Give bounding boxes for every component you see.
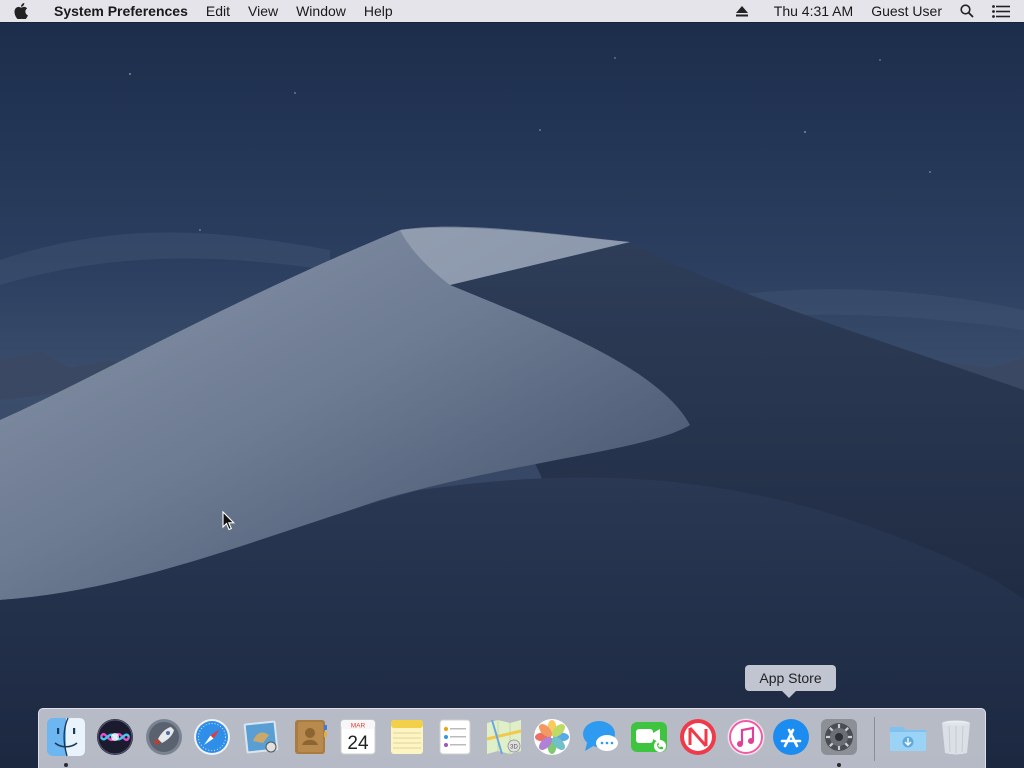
downloads-folder-icon[interactable]: [888, 717, 928, 757]
notes-icon[interactable]: [387, 717, 427, 757]
menu-view[interactable]: View: [239, 0, 287, 22]
mail-icon[interactable]: [241, 717, 281, 757]
calendar-month: MAR: [351, 723, 366, 730]
app-store-icon[interactable]: [771, 717, 811, 757]
menu-app-name[interactable]: System Preferences: [42, 0, 197, 22]
dock-tooltip: App Store: [745, 665, 836, 698]
messages-icon[interactable]: [581, 717, 621, 757]
menu-help[interactable]: Help: [355, 0, 402, 22]
siri-icon[interactable]: [95, 717, 135, 757]
mouse-cursor-icon: [222, 511, 236, 531]
notification-center-icon[interactable]: [983, 0, 1024, 22]
calendar-day: 24: [347, 733, 369, 754]
apple-logo-icon[interactable]: [14, 3, 42, 19]
svg-text:3D: 3D: [510, 745, 518, 751]
system-preferences-running-indicator: [837, 763, 841, 767]
menu-bar: System Preferences Edit View Window Help…: [0, 0, 1024, 22]
calendar-icon[interactable]: MAR 24: [338, 717, 378, 757]
photos-icon[interactable]: [532, 717, 572, 757]
dock-divider: [874, 717, 875, 761]
menu-window[interactable]: Window: [287, 0, 355, 22]
itunes-icon[interactable]: [726, 717, 766, 757]
facetime-icon[interactable]: [629, 717, 669, 757]
dock: MAR 24 3D: [38, 708, 986, 768]
menu-clock[interactable]: Thu 4:31 AM: [765, 0, 862, 22]
desktop-wallpaper: [0, 0, 1024, 768]
eject-icon[interactable]: [727, 0, 757, 22]
finder-running-indicator: [64, 763, 68, 767]
reminders-icon[interactable]: [435, 717, 475, 757]
maps-icon[interactable]: 3D: [484, 717, 524, 757]
menu-edit[interactable]: Edit: [197, 0, 239, 22]
menu-user[interactable]: Guest User: [862, 0, 951, 22]
safari-icon[interactable]: [192, 717, 232, 757]
news-icon[interactable]: [678, 717, 718, 757]
finder-icon[interactable]: [46, 717, 86, 757]
system-preferences-icon[interactable]: [819, 717, 859, 757]
trash-icon[interactable]: [936, 717, 976, 757]
contacts-icon[interactable]: [290, 717, 330, 757]
launchpad-icon[interactable]: [144, 717, 184, 757]
spotlight-search-icon[interactable]: [951, 0, 983, 22]
